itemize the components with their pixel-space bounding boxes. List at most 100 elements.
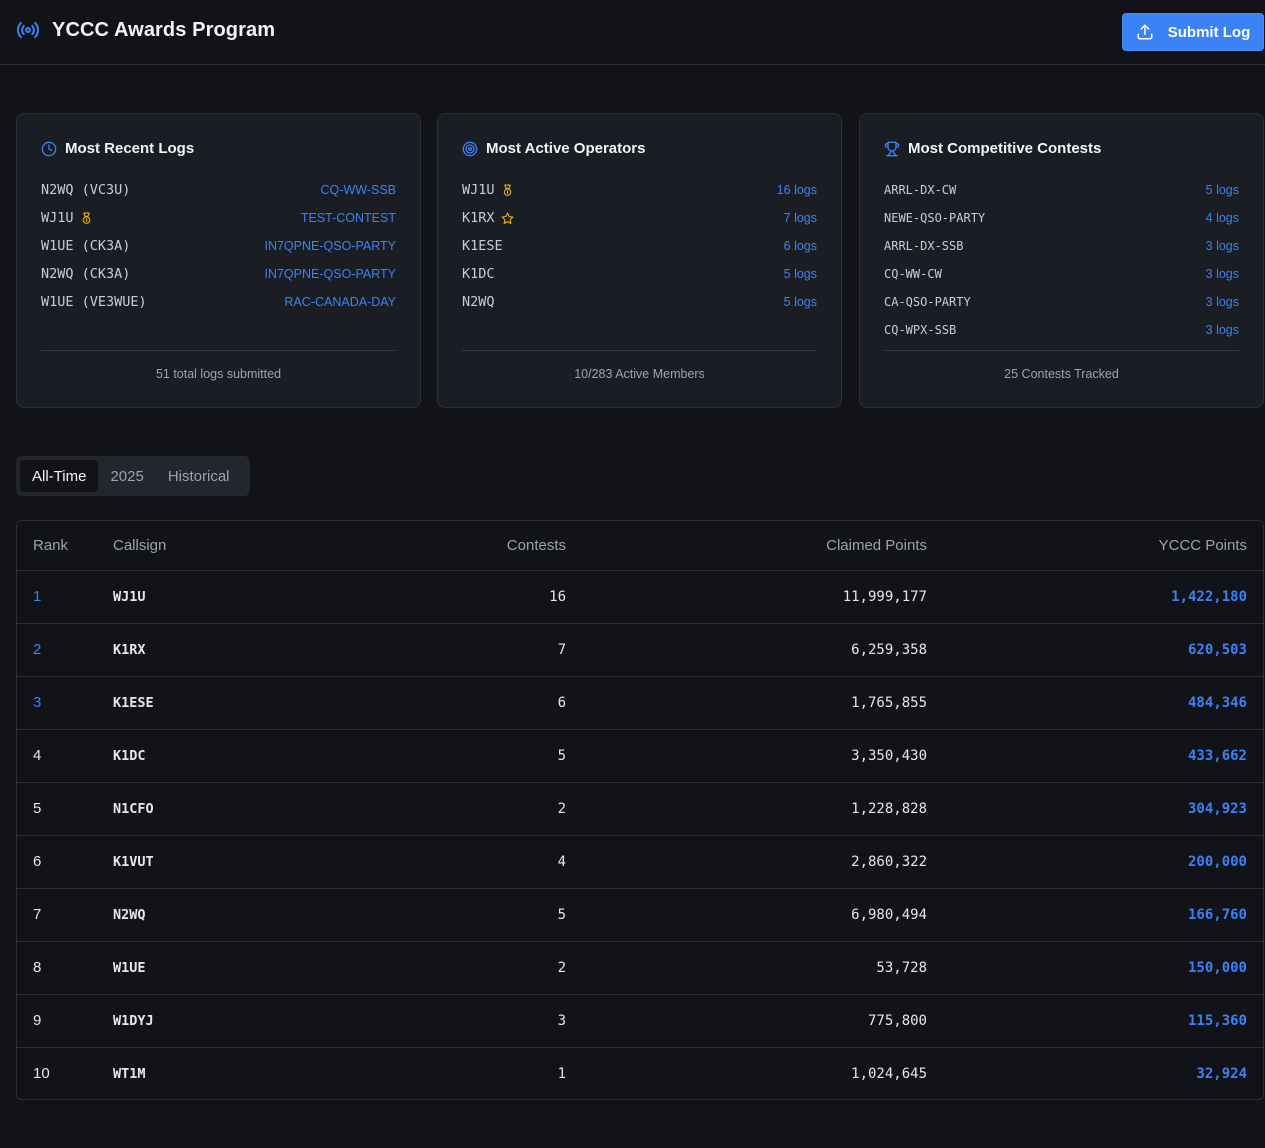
- callsign-cell[interactable]: N1CFO: [113, 782, 353, 836]
- claimed-points-cell: 3,350,430: [566, 729, 927, 783]
- table-row[interactable]: 9 W1DYJ 3 775,800 115,360: [17, 994, 1263, 1048]
- contest-name[interactable]: CA-QSO-PARTY: [884, 295, 971, 309]
- medal-icon: [82, 212, 90, 224]
- contests-cell: 1: [557, 1065, 566, 1082]
- contest-link[interactable]: IN7QPNE-QSO-PARTY: [264, 267, 396, 281]
- target-icon: [462, 141, 478, 156]
- column-header-contests[interactable]: Contests: [353, 521, 566, 571]
- rank-cell: 7: [17, 888, 113, 942]
- callsign[interactable]: N2WQ: [462, 294, 495, 310]
- contest-link[interactable]: CQ-WW-SSB: [321, 183, 396, 197]
- callsign-with-badge[interactable]: WJ1U: [462, 182, 514, 198]
- claimed-points-cell: 1,765,855: [566, 676, 927, 730]
- table-row[interactable]: 3 K1ESE 6 1,765,855 484,346: [17, 676, 1263, 730]
- table-row[interactable]: 6 K1VUT 4 2,860,322 200,000: [17, 835, 1263, 889]
- clock-icon: [41, 141, 57, 156]
- callsign-cell[interactable]: WT1M: [113, 1047, 353, 1099]
- app-header: YCCC Awards Program Submit Log: [0, 0, 1265, 65]
- contest-name[interactable]: CQ-WPX-SSB: [884, 323, 956, 337]
- rank-cell: 2: [17, 623, 113, 677]
- claimed-points-cell: 53,728: [566, 941, 927, 995]
- rank-cell: 1: [17, 570, 113, 624]
- yccc-points-cell: 433,662: [927, 729, 1263, 783]
- rank-cell: 8: [17, 941, 113, 995]
- callsign-cell[interactable]: WJ1U: [113, 570, 353, 624]
- tab-all-time[interactable]: All-Time: [20, 460, 99, 492]
- yccc-points-cell: 115,360: [927, 994, 1263, 1048]
- recent-logs-footer: 51 total logs submitted: [155, 367, 282, 381]
- callsign-cell[interactable]: K1RX: [113, 623, 353, 677]
- active-operators-card: Most Active Operators WJ1U 16 logs K1RX …: [437, 113, 842, 408]
- table-row[interactable]: 4 K1DC 5 3,350,430 433,662: [17, 729, 1263, 783]
- contest-name[interactable]: NEWE-QSO-PARTY: [884, 211, 985, 225]
- contests-cell: 2: [353, 782, 566, 836]
- contest-name[interactable]: ARRL-DX-CW: [884, 183, 956, 197]
- contests-cell: 5: [353, 888, 566, 942]
- active-operators-title: Most Active Operators: [486, 140, 646, 157]
- competitive-contests-card: Most Competitive Contests ARRL-DX-CW 5 l…: [859, 113, 1264, 408]
- callsign[interactable]: W1UE (VE3WUE): [41, 294, 147, 310]
- contests-cell: 5: [353, 729, 566, 783]
- rank-cell: 4: [17, 729, 113, 783]
- callsign-cell[interactable]: K1DC: [113, 729, 353, 783]
- callsign[interactable]: K1DC: [462, 266, 495, 282]
- rank-cell: 9: [17, 994, 113, 1048]
- table-row[interactable]: 10 WT1M 1 1,024,645 32,924: [17, 1047, 1263, 1099]
- callsign-cell[interactable]: W1DYJ: [113, 994, 353, 1048]
- table-header-row: Rank Callsign Contests Claimed Points YC…: [17, 521, 1263, 571]
- contest-link[interactable]: IN7QPNE-QSO-PARTY: [264, 239, 396, 253]
- contest-name[interactable]: CQ-WW-CW: [884, 267, 942, 281]
- log-count: 3 logs: [1205, 295, 1239, 309]
- callsign-cell[interactable]: W1UE: [113, 941, 353, 995]
- callsign-cell[interactable]: N2WQ: [113, 888, 353, 942]
- callsign[interactable]: N2WQ (CK3A): [41, 266, 130, 282]
- callsign: WJ1U: [462, 182, 495, 198]
- table-row[interactable]: 7 N2WQ 5 6,980,494 166,760: [17, 888, 1263, 942]
- table-row[interactable]: 8 W1UE 2 53,728 150,000: [17, 941, 1263, 995]
- yccc-points-cell: 484,346: [927, 676, 1263, 730]
- column-header-claimed-points[interactable]: Claimed Points: [566, 521, 927, 571]
- callsign-with-badge[interactable]: WJ1U: [41, 210, 93, 226]
- callsign[interactable]: K1ESE: [462, 238, 503, 254]
- callsign-with-badge[interactable]: K1RX: [462, 210, 514, 226]
- table-row[interactable]: 5 N1CFO 2 1,228,828 304,923: [17, 782, 1263, 836]
- list-item: K1RX 7 logs: [462, 204, 817, 232]
- list-item: WJ1U 16 logs: [462, 176, 817, 204]
- submit-log-button[interactable]: Submit Log: [1122, 13, 1264, 51]
- callsign[interactable]: N2WQ (VC3U): [41, 182, 130, 198]
- submit-log-label: Submit Log: [1167, 23, 1251, 41]
- medal-icon: [503, 184, 511, 196]
- log-count: 5 logs: [1205, 183, 1239, 197]
- tab-historical[interactable]: Historical: [156, 460, 242, 492]
- log-count: 3 logs: [1205, 267, 1239, 281]
- callsign-cell[interactable]: K1ESE: [113, 676, 353, 730]
- list-item: CQ-WPX-SSB 3 logs: [884, 316, 1239, 344]
- callsign[interactable]: W1UE (CK3A): [41, 238, 130, 254]
- contest-link[interactable]: TEST-CONTEST: [301, 211, 396, 225]
- contests-cell: 4: [353, 835, 566, 889]
- callsign-cell[interactable]: K1VUT: [113, 835, 353, 889]
- claimed-points-cell: 6,259,358: [566, 623, 927, 677]
- table-row[interactable]: 2 K1RX 7 6,259,358 620,503: [17, 623, 1263, 677]
- contest-name[interactable]: ARRL-DX-SSB: [884, 239, 963, 253]
- column-header-rank[interactable]: Rank: [17, 521, 113, 571]
- claimed-points-cell: 2,860,322: [566, 835, 927, 889]
- list-item: NEWE-QSO-PARTY 4 logs: [884, 204, 1239, 232]
- contests-cell: 7: [353, 623, 566, 677]
- callsign: K1RX: [462, 210, 495, 226]
- tab-2025[interactable]: 2025: [98, 460, 155, 492]
- table-row[interactable]: 1 WJ1U 16 11,999,177 1,422,180: [17, 570, 1263, 624]
- contests-cell: 2: [353, 941, 566, 995]
- column-header-callsign[interactable]: Callsign: [113, 521, 353, 571]
- recent-logs-header: Most Recent Logs: [41, 140, 194, 157]
- rank-cell: 10: [33, 1065, 50, 1083]
- claimed-points-cell: 6,980,494: [566, 888, 927, 942]
- claimed-points-cell: 775,800: [566, 994, 927, 1048]
- trophy-icon: [884, 141, 900, 156]
- contest-link[interactable]: RAC-CANADA-DAY: [284, 295, 396, 309]
- column-header-yccc-points[interactable]: YCCC Points: [927, 521, 1263, 571]
- contests-cell: 3: [353, 994, 566, 1048]
- rank-cell: 5: [17, 782, 113, 836]
- competitive-contests-list: ARRL-DX-CW 5 logs NEWE-QSO-PARTY 4 logs …: [884, 176, 1239, 344]
- contests-cell: 6: [353, 676, 566, 730]
